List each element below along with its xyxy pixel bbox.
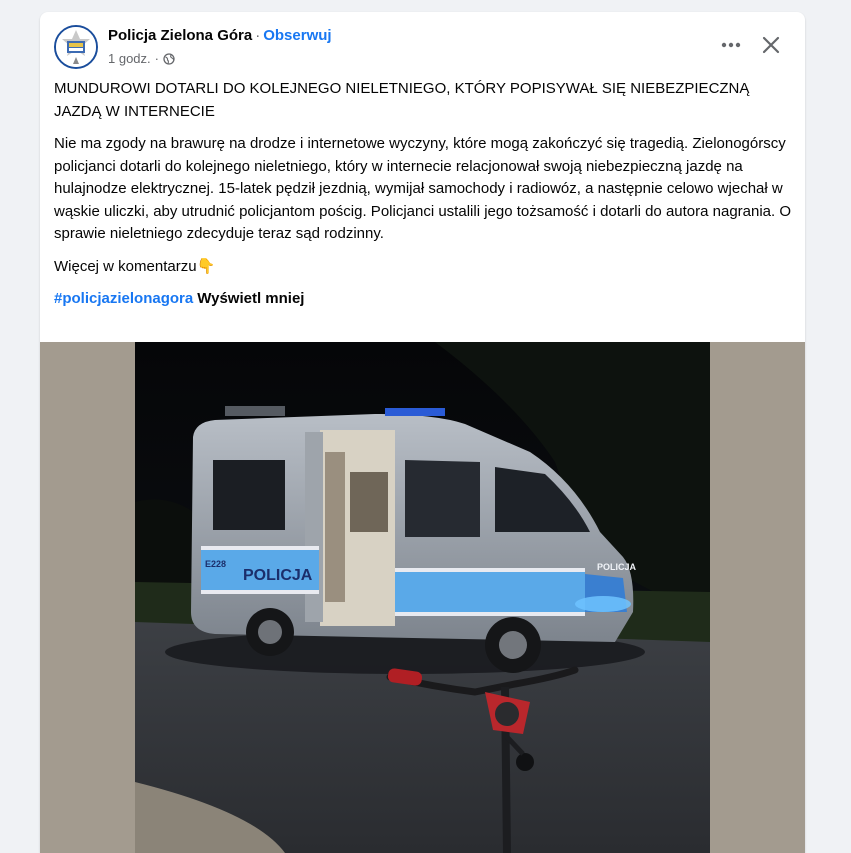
van-number-text: E228	[205, 559, 226, 569]
post-photo[interactable]: POLICJA POLICJA E228	[135, 342, 710, 853]
post-body: Nie ma zgody na brawurę na drodze i inte…	[54, 135, 792, 242]
hashtag-line: #policjazielonagora Wyświetl mniej	[54, 288, 794, 311]
post-headline: MUNDUROWI DOTARLI DO KOLEJNEGO NIELETNIE…	[54, 80, 750, 120]
close-icon	[762, 36, 780, 54]
page-name-line: Policja Zielona Góra · Obserwuj	[108, 27, 332, 44]
close-button[interactable]	[756, 30, 786, 60]
more-options-button[interactable]	[716, 30, 746, 60]
show-less-button[interactable]: Wyświetl mniej	[197, 290, 304, 307]
name-separator: ·	[255, 27, 261, 44]
more-in-comments: Więcej w komentarzu👇	[54, 257, 216, 275]
more-dots-icon	[721, 42, 741, 48]
hashtag-link[interactable]: #policjazielonagora	[54, 290, 193, 307]
post-header: Policja Zielona Góra · Obserwuj 1 godz. ·	[40, 12, 805, 78]
police-badge-icon	[56, 27, 96, 67]
globe-icon	[163, 52, 175, 65]
page-name[interactable]: Policja Zielona Góra	[108, 27, 252, 44]
post-photo-container[interactable]: POLICJA POLICJA E228	[40, 342, 805, 853]
van-hood-text: POLICJA	[597, 562, 637, 572]
post-text: MUNDUROWI DOTARLI DO KOLEJNEGO NIELETNIE…	[54, 78, 794, 321]
post-meta: 1 godz. ·	[108, 51, 175, 66]
avatar[interactable]	[54, 25, 98, 69]
post-time[interactable]: 1 godz.	[108, 51, 151, 66]
post-card: Policja Zielona Góra · Obserwuj 1 godz. ·	[40, 12, 805, 853]
follow-button[interactable]: Obserwuj	[263, 27, 331, 44]
van-side-text: POLICJA	[243, 567, 313, 584]
meta-separator: ·	[154, 51, 159, 66]
